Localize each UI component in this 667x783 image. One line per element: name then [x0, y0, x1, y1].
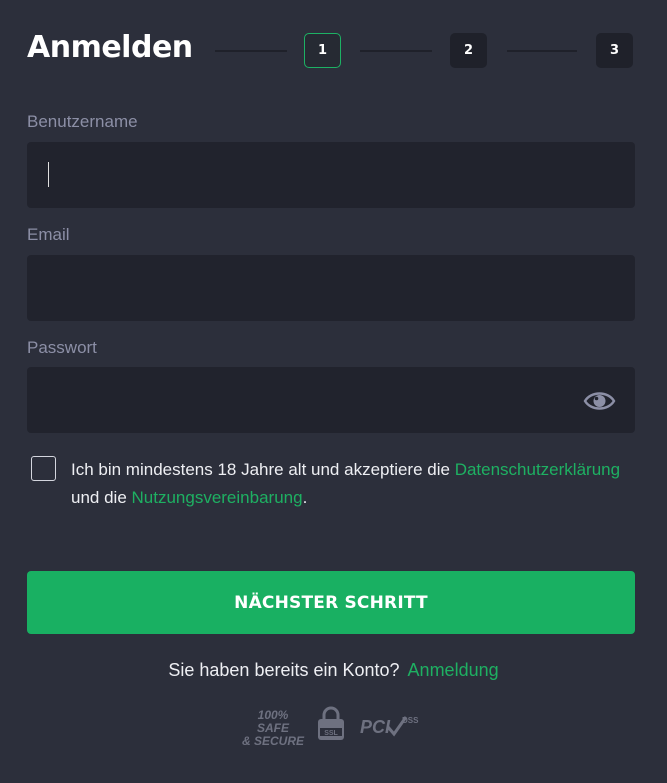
password-field[interactable]: [27, 367, 635, 433]
dss-badge-text: DSS: [402, 716, 419, 725]
email-label: Email: [27, 225, 70, 244]
security-badges: 100% SAFE & SECURE SSL PCI DSS: [240, 705, 430, 748]
login-link[interactable]: Anmeldung: [408, 660, 499, 680]
text-caret: [48, 162, 49, 187]
eye-icon[interactable]: [583, 387, 616, 415]
terms-text-part: und die: [71, 488, 132, 507]
login-prompt: Sie haben bereits ein Konto? Anmeldung: [0, 660, 667, 681]
terms-text-part: Ich bin mindestens 18 Jahre alt und akze…: [71, 460, 455, 479]
safe-secure-badge: 100% SAFE & SECURE: [240, 709, 306, 748]
ssl-lock-icon: SSL: [318, 706, 344, 740]
username-field[interactable]: [27, 142, 635, 208]
terms-checkbox[interactable]: [31, 456, 56, 481]
safe-badge-line: & SECURE: [241, 734, 304, 748]
next-step-button[interactable]: NÄCHSTER SCHRITT: [27, 571, 635, 634]
username-label: Benutzername: [27, 112, 138, 131]
signup-header: Anmelden 1 2 3: [27, 28, 637, 72]
step-connector: [215, 50, 287, 52]
terms-of-use-link[interactable]: Nutzungsvereinbarung: [132, 488, 303, 507]
privacy-policy-link[interactable]: Datenschutzerklärung: [455, 460, 620, 479]
terms-text-part: .: [302, 488, 308, 507]
have-account-text: Sie haben bereits ein Konto?: [168, 660, 400, 680]
ssl-badge-text: SSL: [324, 730, 338, 737]
pci-badge-text: PCI: [360, 717, 391, 737]
step-2-indicator: 2: [450, 33, 487, 68]
terms-text: Ich bin mindestens 18 Jahre alt und akze…: [71, 456, 631, 512]
step-1-indicator: 1: [304, 33, 341, 68]
step-connector: [360, 50, 432, 52]
pci-dss-badge: PCI DSS: [360, 716, 419, 737]
step-3-indicator: 3: [596, 33, 633, 68]
page-title: Anmelden: [27, 30, 193, 65]
email-field[interactable]: [27, 255, 635, 321]
step-connector: [507, 50, 577, 52]
safe-badge-line: 100% SAFE: [256, 708, 289, 735]
password-label: Passwort: [27, 338, 97, 357]
